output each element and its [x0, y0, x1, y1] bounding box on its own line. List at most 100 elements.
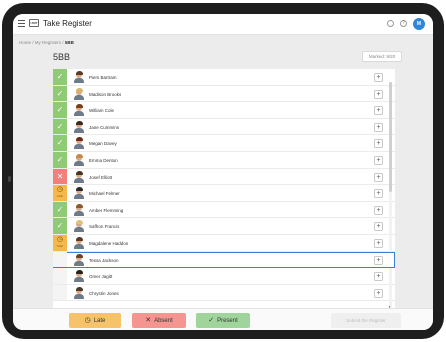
present-button[interactable]: ✓ Present	[196, 313, 250, 328]
student-row[interactable]: ✓ Piers Bartram +	[53, 69, 395, 86]
student-photo	[74, 203, 84, 216]
attendance-status[interactable]: ◷ 5 min	[53, 234, 67, 251]
check-icon[interactable]: ✓	[53, 69, 67, 85]
student-name: Tessa Jackson	[89, 257, 119, 263]
student-name: Josef Elliott	[89, 174, 113, 180]
student-row[interactable]: Chrystin Jones +	[53, 284, 395, 302]
student-photo	[74, 236, 84, 249]
check-icon: ✓	[208, 317, 215, 324]
student-row[interactable]: ✓ Emma Denton +	[53, 151, 395, 169]
plus-icon[interactable]: +	[374, 189, 383, 199]
check-icon[interactable]: ✓	[53, 151, 67, 168]
student-photo	[74, 137, 84, 150]
plus-icon[interactable]: +	[374, 238, 383, 248]
student-name: Amber Flemming	[89, 207, 124, 213]
student-photo	[74, 170, 84, 183]
attendance-status[interactable]	[53, 251, 67, 268]
attendance-status[interactable]: ◷ 2 min	[53, 185, 67, 201]
attendance-status[interactable]	[53, 284, 67, 301]
student-name: Chrystin Jones	[89, 290, 119, 296]
absent-button[interactable]: ✕ Absent	[132, 313, 186, 328]
student-row[interactable]: ✓ Saffron Francis +	[53, 218, 395, 235]
student-name: Madison Brooks	[89, 91, 122, 97]
plus-icon[interactable]: +	[374, 139, 383, 149]
plus-icon[interactable]: +	[374, 255, 383, 265]
app-logo: UNIT	[29, 19, 39, 27]
student-row[interactable]: ◷ 2 min Michael Felmer +	[53, 185, 395, 202]
tablet-frame: UNIT Take Register ? M Home / My Registe…	[2, 3, 444, 339]
late-minutes: 5 min	[56, 244, 64, 248]
page-title: 5BB	[53, 52, 71, 62]
check-icon[interactable]: ✓	[53, 102, 67, 118]
student-name: Jane Cummins	[89, 124, 120, 130]
student-photo	[74, 187, 84, 200]
student-photo	[74, 220, 84, 233]
check-icon[interactable]: ✓	[53, 201, 67, 218]
student-photo	[74, 286, 84, 299]
avatar[interactable]: M	[413, 18, 425, 30]
student-photo	[74, 120, 84, 133]
student-name: Magdalene Haddon	[89, 240, 129, 246]
student-photo	[74, 71, 84, 83]
plus-icon[interactable]: +	[374, 122, 383, 132]
check-icon[interactable]: ✓	[53, 135, 67, 151]
student-photo	[74, 153, 84, 166]
student-name: Saffron Francis	[89, 224, 120, 230]
plus-icon[interactable]: +	[374, 272, 383, 282]
action-bar: ◷ Late ✕ Absent ✓ Present Submit the Regist…	[13, 308, 433, 330]
submit-register-button[interactable]: Submit the Register	[331, 313, 401, 328]
home-button	[8, 176, 11, 182]
plus-icon[interactable]: +	[374, 288, 383, 298]
cross-icon[interactable]: ✕	[53, 168, 67, 185]
student-row[interactable]: ✕ Josef Elliott +	[53, 168, 395, 186]
student-name: William Cole	[89, 108, 115, 114]
clock-icon: ◷	[84, 317, 91, 324]
absent-button-label: Absent	[154, 318, 173, 324]
notification-icon[interactable]	[387, 20, 394, 27]
plus-icon[interactable]: +	[374, 89, 383, 99]
app-title: Take Register	[43, 19, 92, 28]
attendance-status[interactable]	[53, 268, 67, 284]
student-row[interactable]: ✓ Madison Brooks +	[53, 85, 395, 103]
breadcrumb-registers[interactable]: My Registers	[35, 40, 61, 45]
scrollbar-thumb[interactable]	[389, 82, 392, 192]
student-photo	[74, 270, 84, 283]
plus-icon[interactable]: +	[374, 106, 383, 116]
breadcrumb-home[interactable]: Home	[19, 40, 31, 45]
app-bar: UNIT Take Register ? M	[13, 14, 433, 35]
plus-icon[interactable]: +	[374, 205, 383, 215]
present-button-label: Present	[217, 318, 238, 324]
plus-icon[interactable]: +	[374, 155, 383, 165]
student-photo	[74, 87, 84, 100]
breadcrumb: Home / My Registers / 5BB	[19, 40, 74, 45]
check-icon[interactable]: ✓	[53, 85, 67, 102]
help-icon[interactable]: ?	[400, 20, 407, 27]
clock-icon: ◷	[56, 235, 64, 243]
student-row[interactable]: ✓ William Cole +	[53, 102, 395, 119]
student-row[interactable]: Omer Jagitt +	[53, 268, 395, 285]
student-row[interactable]: ✓ Jane Cummins +	[53, 118, 395, 136]
student-row[interactable]: Tessa Jackson +	[53, 251, 395, 269]
student-row[interactable]: ✓ Megan Davey +	[53, 135, 395, 152]
student-photo	[74, 104, 84, 117]
student-name: Michael Felmer	[89, 191, 120, 197]
student-photo	[74, 253, 84, 266]
plus-icon[interactable]: +	[374, 73, 383, 82]
student-name: Megan Davey	[89, 141, 117, 147]
late-button[interactable]: ◷ Late	[69, 313, 121, 328]
register-list: ✓ Piers Bartram + ✓ Madison Brooks + ✓ William …	[53, 69, 395, 309]
plus-icon[interactable]: +	[374, 222, 383, 232]
student-row[interactable]: ✓ Amber Flemming +	[53, 201, 395, 219]
clock-icon: ◷	[56, 186, 64, 194]
check-icon[interactable]: ✓	[53, 118, 67, 135]
check-icon[interactable]: ✓	[53, 218, 67, 234]
student-row[interactable]: ◷ 5 min Magdalene Haddon +	[53, 234, 395, 252]
menu-icon[interactable]	[18, 20, 25, 27]
student-name: Piers Bartram	[89, 75, 117, 80]
cross-icon: ✕	[145, 317, 152, 324]
late-minutes: 2 min	[56, 195, 64, 199]
late-button-label: Late	[93, 318, 106, 324]
student-name: Omer Jagitt	[89, 274, 113, 280]
plus-icon[interactable]: +	[374, 172, 383, 182]
app-screen: UNIT Take Register ? M Home / My Registe…	[13, 14, 433, 330]
